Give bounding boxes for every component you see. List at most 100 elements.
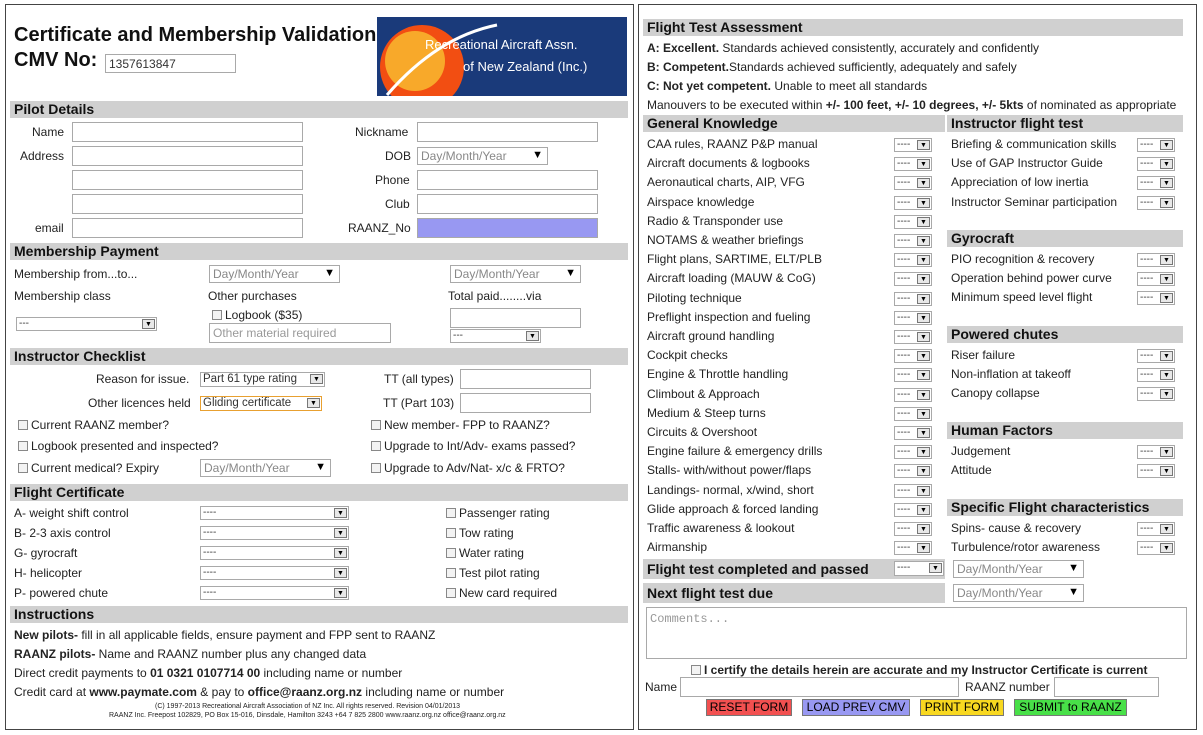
other-material-input[interactable]: Other material required: [209, 323, 391, 343]
address-input-3[interactable]: [72, 194, 303, 214]
passenger-rating-checkbox[interactable]: [446, 508, 456, 518]
sfc-item-label: Spins- cause & recovery: [951, 521, 1082, 535]
address-input-1[interactable]: [72, 146, 303, 166]
reset-form-button[interactable]: RESET FORM: [706, 699, 792, 716]
test-passed-select[interactable]: ---- ▼: [894, 561, 944, 576]
current-member-checkbox[interactable]: [18, 420, 28, 430]
tt-103-input[interactable]: [460, 393, 591, 413]
gk-grade-select[interactable]: ---- ▼: [894, 195, 932, 210]
tow-rating-checkbox[interactable]: [446, 528, 456, 538]
test-passed-date[interactable]: Day/Month/Year ▼: [953, 560, 1084, 578]
comments-textarea[interactable]: Comments...: [646, 607, 1187, 659]
grade-c: C: Not yet competent. Unable to meet all…: [647, 79, 928, 93]
sfc-item-label: Turbulence/rotor awareness: [951, 540, 1100, 555]
signoff-name-input[interactable]: [680, 677, 959, 697]
cert-select[interactable]: ---- ▼: [200, 546, 349, 560]
total-paid-input[interactable]: [450, 308, 581, 328]
ift-item-label: Use of GAP Instructor Guide: [951, 156, 1103, 171]
gk-grade-select[interactable]: ---- ▼: [894, 253, 932, 268]
gk-grade-select[interactable]: ---- ▼: [894, 272, 932, 287]
submit-button[interactable]: SUBMIT to RAANZ: [1014, 699, 1127, 716]
cert-select[interactable]: ---- ▼: [200, 506, 349, 520]
sfc-grade-select[interactable]: ---- ▼: [1137, 541, 1175, 556]
phone-input[interactable]: [417, 170, 598, 190]
upgrade-adv-checkbox[interactable]: [371, 463, 381, 473]
gk-grade-select[interactable]: ---- ▼: [894, 310, 932, 325]
gk-grade-select[interactable]: ---- ▼: [894, 387, 932, 402]
gk-grade-select[interactable]: ---- ▼: [894, 522, 932, 536]
gk-grade-select[interactable]: ---- ▼: [894, 483, 932, 498]
tt-all-input[interactable]: [460, 369, 591, 389]
gk-item-label: Cockpit checks: [647, 348, 728, 363]
cmv-input[interactable]: 1357613847: [105, 54, 236, 73]
licences-select[interactable]: Gliding certificate ▼: [200, 396, 322, 411]
gk-grade-select[interactable]: ---- ▼: [894, 426, 932, 440]
chutes-grade-select[interactable]: ---- ▼: [1137, 368, 1175, 383]
ift-grade-select[interactable]: ---- ▼: [1137, 157, 1175, 172]
gyro-grade-select[interactable]: ---- ▼: [1137, 253, 1175, 267]
water-rating-checkbox[interactable]: [446, 548, 456, 558]
gk-grade-select[interactable]: ---- ▼: [894, 330, 932, 344]
membership-class-select[interactable]: --- ▼: [16, 317, 157, 331]
membership-to-select[interactable]: Day/Month/Year ▼: [450, 265, 581, 283]
sfc-grade-select[interactable]: ---- ▼: [1137, 522, 1175, 536]
powered-chutes-heading: Powered chutes: [947, 326, 1183, 343]
hf-grade-select[interactable]: ---- ▼: [1137, 445, 1175, 459]
nickname-input[interactable]: [417, 122, 598, 142]
load-prev-cmv-button[interactable]: LOAD PREV CMV: [802, 699, 910, 716]
ift-grade-select[interactable]: ---- ▼: [1137, 176, 1175, 191]
gk-grade-select[interactable]: ---- ▼: [894, 464, 932, 479]
instruction-line-4: Credit card at www.paymate.com & pay to …: [14, 685, 505, 699]
gk-item-label: Aircraft ground handling: [647, 329, 775, 343]
gyro-grade-select[interactable]: ---- ▼: [1137, 272, 1175, 287]
cert-select[interactable]: ---- ▼: [200, 526, 349, 540]
payment-via-select[interactable]: --- ▼: [450, 329, 541, 343]
logbook-checkbox[interactable]: [212, 310, 222, 320]
gk-grade-select[interactable]: ---- ▼: [894, 349, 932, 364]
raanz-number-input[interactable]: [1054, 677, 1159, 697]
club-input[interactable]: [417, 194, 598, 214]
new-card-checkbox[interactable]: [446, 588, 456, 598]
chutes-grade-select[interactable]: ---- ▼: [1137, 349, 1175, 363]
gk-grade-select[interactable]: ---- ▼: [894, 368, 932, 383]
gk-grade-select[interactable]: ---- ▼: [894, 176, 932, 191]
gk-grade-select[interactable]: ---- ▼: [894, 541, 932, 556]
gk-grade-select[interactable]: ---- ▼: [894, 406, 932, 421]
gk-grade-select[interactable]: ---- ▼: [894, 502, 932, 517]
gk-item-label: Airmanship: [647, 540, 708, 555]
medical-checkbox[interactable]: [18, 463, 28, 473]
ift-grade-select[interactable]: ---- ▼: [1137, 195, 1175, 210]
test-pilot-rating-checkbox[interactable]: [446, 568, 456, 578]
chutes-grade-select[interactable]: ---- ▼: [1137, 387, 1175, 402]
upgrade-int-label: Upgrade to Int/Adv- exams passed?: [384, 439, 576, 453]
next-test-date[interactable]: Day/Month/Year ▼: [953, 584, 1084, 602]
expiry-select[interactable]: Day/Month/Year ▼: [200, 459, 331, 477]
name-input[interactable]: [72, 122, 303, 142]
gyro-grade-select[interactable]: ---- ▼: [1137, 291, 1175, 306]
gk-grade-select[interactable]: ---- ▼: [894, 214, 932, 229]
cert-select[interactable]: ---- ▼: [200, 566, 349, 580]
ift-grade-select[interactable]: ---- ▼: [1137, 138, 1175, 152]
upgrade-int-checkbox[interactable]: [371, 441, 381, 451]
gk-grade-select[interactable]: ---- ▼: [894, 138, 932, 152]
email-input[interactable]: [72, 218, 303, 238]
address-input-2[interactable]: [72, 170, 303, 190]
hf-grade-select[interactable]: ---- ▼: [1137, 464, 1175, 479]
dob-select[interactable]: Day/Month/Year ▼: [417, 147, 548, 165]
chevron-down-icon: ▼: [917, 332, 930, 342]
gk-grade-select[interactable]: ---- ▼: [894, 157, 932, 172]
logbook-inspected-checkbox[interactable]: [18, 441, 28, 451]
chevron-down-icon: ▼: [917, 428, 930, 438]
cert-select[interactable]: ---- ▼: [200, 586, 349, 600]
raanz-no-input[interactable]: [417, 218, 598, 238]
specific-flight-heading: Specific Flight characteristics: [947, 499, 1183, 516]
gk-grade-select[interactable]: ---- ▼: [894, 291, 932, 306]
rating-label: Water rating: [459, 546, 524, 560]
certify-checkbox[interactable]: [691, 665, 701, 675]
print-form-button[interactable]: PRINT FORM: [920, 699, 1004, 716]
new-member-checkbox[interactable]: [371, 420, 381, 430]
membership-from-select[interactable]: Day/Month/Year ▼: [209, 265, 340, 283]
gk-grade-select[interactable]: ---- ▼: [894, 234, 932, 248]
gk-grade-select[interactable]: ---- ▼: [894, 445, 932, 460]
reason-select[interactable]: Part 61 type rating ▼: [200, 372, 325, 387]
